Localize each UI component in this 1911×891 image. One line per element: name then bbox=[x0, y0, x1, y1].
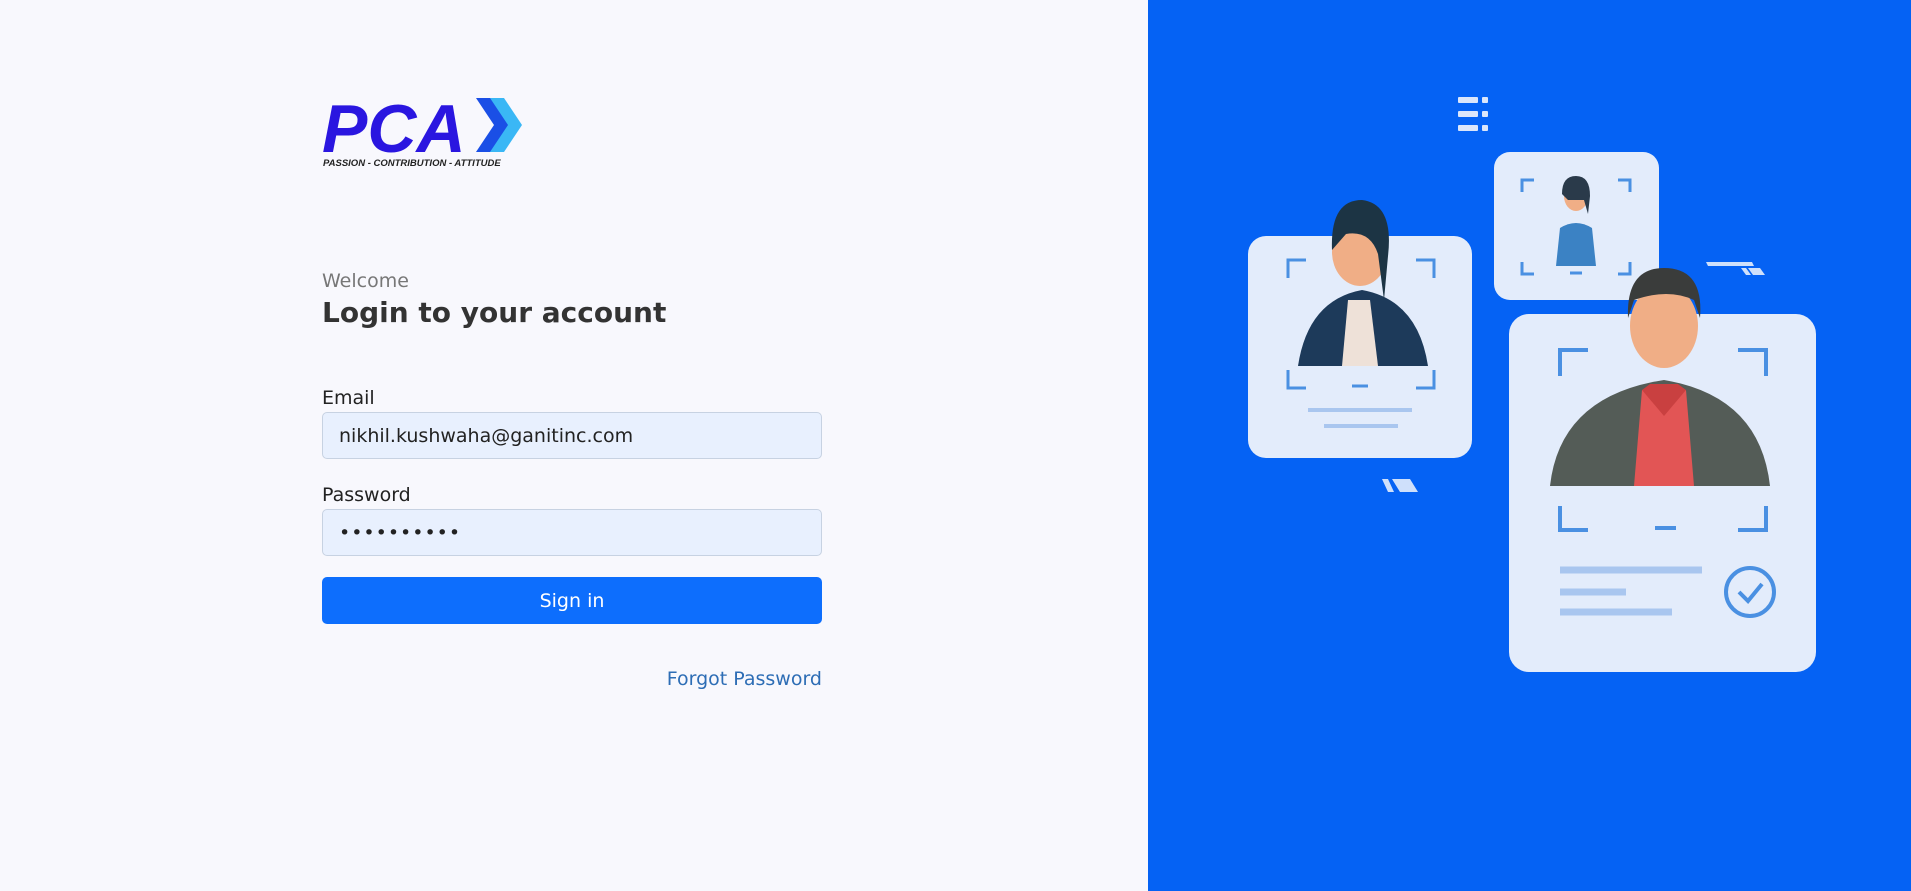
page-title: Login to your account bbox=[322, 296, 667, 329]
login-page: PCA PASSION - CONTRIBUTION - ATTITUDE We… bbox=[0, 0, 1911, 891]
email-label: Email bbox=[322, 387, 375, 409]
menu-dots-icon bbox=[1458, 97, 1488, 131]
email-field[interactable] bbox=[322, 412, 822, 459]
man-profile-card bbox=[1509, 268, 1816, 672]
small-profile-card bbox=[1494, 152, 1659, 300]
welcome-text: Welcome bbox=[322, 270, 409, 292]
logo-tagline: PASSION - CONTRIBUTION - ATTITUDE bbox=[323, 158, 501, 168]
face-recognition-profiles-illustration bbox=[1248, 97, 1816, 672]
password-field[interactable] bbox=[322, 509, 822, 556]
password-label: Password bbox=[322, 484, 411, 506]
forgot-password-link[interactable]: Forgot Password bbox=[667, 668, 822, 690]
login-panel: PCA PASSION - CONTRIBUTION - ATTITUDE We… bbox=[0, 0, 1148, 891]
woman-profile-card bbox=[1248, 200, 1472, 458]
sign-in-button[interactable]: Sign in bbox=[322, 577, 822, 624]
logo-text: PCA bbox=[322, 94, 466, 167]
illustration-panel bbox=[1148, 0, 1911, 891]
pca-logo: PCA PASSION - CONTRIBUTION - ATTITUDE bbox=[322, 94, 537, 168]
